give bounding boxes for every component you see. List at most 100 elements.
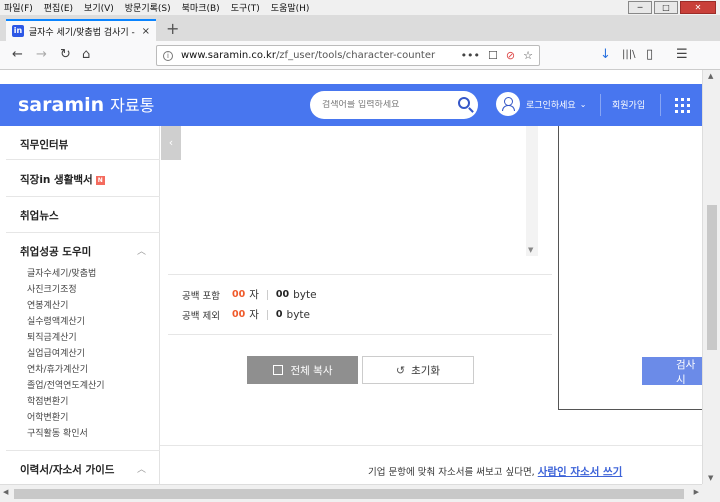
page-vertical-scrollbar[interactable]: ▲ ▼ bbox=[702, 70, 720, 484]
menu-file[interactable]: 파일(F) bbox=[4, 1, 33, 14]
search-input[interactable] bbox=[322, 100, 452, 110]
stat-label: 공백 포함 bbox=[182, 290, 220, 302]
sidebar-sub-item[interactable]: 어학변환기 bbox=[27, 410, 68, 423]
new-badge: N bbox=[95, 175, 105, 185]
scrollbar-thumb[interactable] bbox=[707, 205, 717, 350]
sidebar-item-job-interview[interactable]: 직무인터뷰 bbox=[20, 137, 68, 152]
signup-link[interactable]: 회원가입 bbox=[612, 98, 645, 111]
url-text: www.saramin.co.kr/zf_user/tools/characte… bbox=[181, 50, 436, 61]
menu-history[interactable]: 방문기록(S) bbox=[125, 1, 171, 14]
back-icon[interactable]: ← bbox=[12, 47, 23, 62]
maximize-button[interactable]: □ bbox=[654, 1, 678, 14]
byte-count: 00 bbox=[275, 289, 290, 300]
stats-divider bbox=[168, 274, 552, 275]
sidebar-sub-item[interactable]: 실수령액계산기 bbox=[27, 314, 85, 327]
promo-message: 기업 문항에 맞춰 자소서를 써보고 싶다면, bbox=[368, 467, 535, 478]
sidebar-item-label: 직장in 생활백서 bbox=[20, 174, 93, 186]
sidebar-sub-item[interactable]: 사진크기조정 bbox=[27, 282, 77, 295]
forward-icon[interactable]: → bbox=[36, 47, 47, 62]
menu-view[interactable]: 보기(V) bbox=[84, 1, 114, 14]
text-input-area[interactable] bbox=[181, 126, 538, 256]
search-icon[interactable] bbox=[458, 97, 470, 109]
browser-tab[interactable]: in 글자수 세기/맞춤법 검사기 - × bbox=[6, 19, 156, 41]
menu-help[interactable]: 도움말(H) bbox=[271, 1, 310, 14]
sidebar-divider bbox=[6, 450, 160, 451]
sidebar-sub-item[interactable]: 연봉계산기 bbox=[27, 298, 68, 311]
promo-text: 기업 문항에 맞춰 자소서를 써보고 싶다면, 사람인 자소서 쓰기 bbox=[368, 464, 622, 479]
reset-button[interactable]: ↺ 초기화 bbox=[362, 356, 474, 384]
user-icon bbox=[496, 92, 520, 116]
new-tab-button[interactable]: + bbox=[166, 19, 179, 38]
info-icon: i bbox=[163, 50, 173, 61]
sidebar-sub-item[interactable]: 구직활동 확인서 bbox=[27, 426, 88, 439]
scrollbar-corner bbox=[702, 484, 720, 502]
sidebar-sub-item[interactable]: 연차/휴가계산기 bbox=[27, 362, 88, 375]
page-horizontal-scrollbar[interactable]: ◀ ▶ bbox=[0, 484, 702, 502]
minimize-button[interactable]: ─ bbox=[628, 1, 652, 14]
download-icon[interactable]: ↓ bbox=[600, 47, 611, 62]
scroll-down-icon[interactable]: ▼ bbox=[708, 474, 713, 482]
scroll-right-icon[interactable]: ▶ bbox=[694, 488, 699, 496]
sidebar-sub-item[interactable]: 졸업/전역연도계산기 bbox=[27, 378, 105, 391]
menu-tools[interactable]: 도구(T) bbox=[231, 1, 260, 14]
scroll-up-icon[interactable]: ▲ bbox=[708, 72, 713, 80]
sidebar-sub-item[interactable]: 퇴직금계산기 bbox=[27, 330, 77, 343]
tab-close-icon[interactable]: × bbox=[142, 26, 150, 37]
close-window-button[interactable]: ✕ bbox=[680, 1, 716, 14]
address-bar[interactable]: i www.saramin.co.kr/zf_user/tools/charac… bbox=[156, 45, 540, 66]
buttons-divider bbox=[168, 334, 552, 335]
menu-bookmarks[interactable]: 북마크(B) bbox=[182, 1, 220, 14]
chevron-up-icon[interactable]: ︿ bbox=[137, 462, 146, 475]
app-menu-icon[interactable]: ☰ bbox=[676, 47, 688, 62]
pocket-icon[interactable]: ☐ bbox=[488, 49, 498, 62]
chevron-down-icon: ⌄ bbox=[579, 99, 587, 109]
scroll-down-icon[interactable]: ▼ bbox=[528, 246, 533, 254]
stat-without-space: 공백 제외 00 자 0 byte bbox=[182, 307, 310, 322]
reset-label: 초기화 bbox=[411, 364, 441, 377]
login-label: 로그인하세요 bbox=[526, 100, 576, 111]
sidebar-divider bbox=[6, 159, 160, 160]
bookmark-star-icon[interactable]: ☆ bbox=[523, 49, 533, 62]
char-count: 00 bbox=[232, 289, 246, 300]
library-icon[interactable]: |||\ bbox=[622, 49, 635, 60]
scrollbar-thumb[interactable] bbox=[14, 489, 684, 499]
sidebar-sub-item[interactable]: 글자수세기/맞춤법 bbox=[27, 266, 96, 279]
scroll-left-icon[interactable]: ◀ bbox=[3, 488, 8, 496]
tab-strip: in 글자수 세기/맞춤법 검사기 - × bbox=[0, 15, 720, 41]
blocker-icon[interactable]: ⊘ bbox=[506, 49, 515, 62]
copy-icon bbox=[272, 365, 283, 375]
copy-label: 전체 복사 bbox=[290, 364, 333, 377]
sidebar-sub-item[interactable]: 실업급여계산기 bbox=[27, 346, 85, 359]
sidebar-toggle-icon[interactable]: ▯ bbox=[646, 47, 653, 62]
resume-writing-link[interactable]: 사람인 자소서 쓰기 bbox=[538, 466, 623, 478]
home-icon[interactable]: ⌂ bbox=[82, 47, 90, 62]
site-header: saramin 자료통 로그인하세요 ⌄ 회원가입 bbox=[0, 84, 702, 126]
apps-grid-icon[interactable] bbox=[675, 98, 690, 113]
spell-check-button[interactable]: 검사 시 bbox=[642, 357, 702, 386]
stat-divider bbox=[266, 309, 268, 320]
chevron-up-icon[interactable]: ︿ bbox=[137, 244, 146, 257]
reload-icon[interactable]: ↻ bbox=[60, 47, 71, 62]
menu-edit[interactable]: 편집(E) bbox=[44, 1, 73, 14]
page-actions-icon[interactable]: ••• bbox=[461, 49, 480, 62]
sidebar-item-work-life[interactable]: 직장in 생활백서 N bbox=[20, 172, 105, 187]
textarea-scrollbar[interactable]: ▼ bbox=[526, 126, 538, 256]
bottom-divider bbox=[160, 445, 702, 446]
logo-sub: 자료통 bbox=[110, 96, 155, 115]
copy-all-button[interactable]: 전체 복사 bbox=[247, 356, 358, 384]
char-count: 00 bbox=[232, 309, 246, 320]
sidebar-item-resume-guide[interactable]: 이력서/자소서 가이드 bbox=[20, 462, 114, 477]
search-box bbox=[310, 91, 478, 119]
reset-icon: ↺ bbox=[395, 363, 406, 377]
sidebar-sub-item[interactable]: 학점변환기 bbox=[27, 394, 68, 407]
sidebar-item-success-helper[interactable]: 취업성공 도우미 bbox=[20, 244, 91, 259]
login-menu[interactable]: 로그인하세요 ⌄ bbox=[496, 92, 586, 116]
header-divider-2 bbox=[600, 94, 601, 116]
sidebar-item-news[interactable]: 취업뉴스 bbox=[20, 208, 59, 223]
menu-bar: 파일(F) 편집(E) 보기(V) 방문기록(S) 북마크(B) 도구(T) 도… bbox=[0, 0, 720, 15]
saramin-logo[interactable]: saramin 자료통 bbox=[18, 92, 154, 116]
url-tools: ••• ☐ ⊘ ☆ bbox=[461, 49, 533, 62]
stat-label: 공백 제외 bbox=[182, 310, 220, 322]
collapse-sidebar-button[interactable]: ‹ bbox=[161, 126, 181, 160]
byte-unit: byte bbox=[286, 308, 310, 321]
